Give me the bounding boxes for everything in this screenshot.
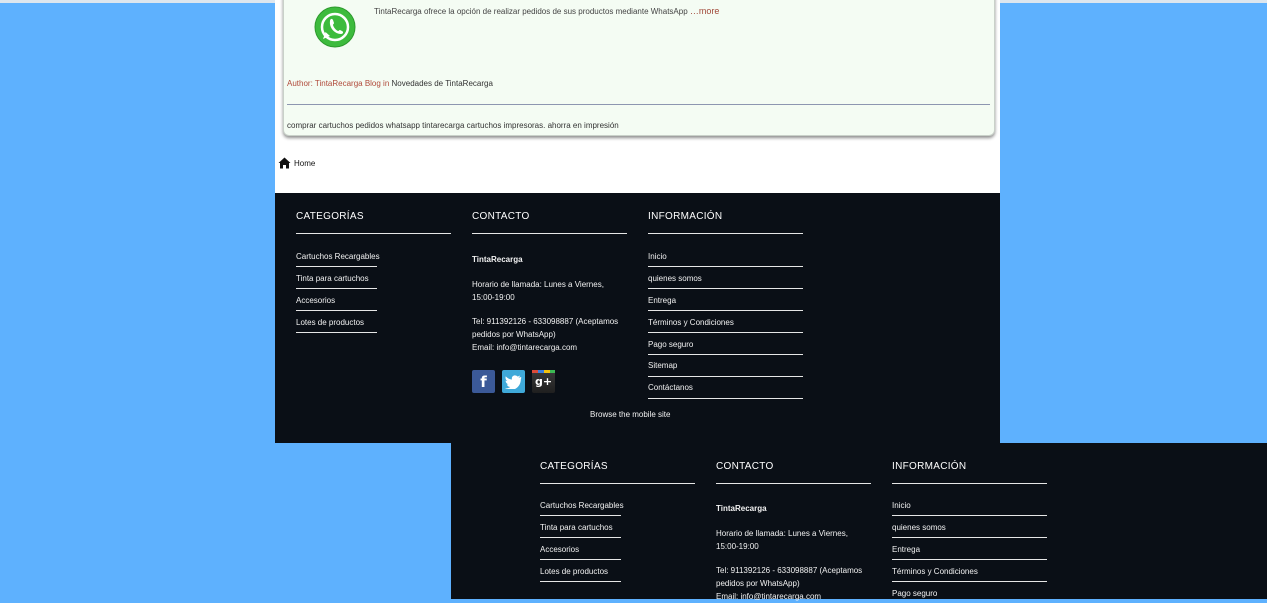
blog-post-card: TintaRecarga ofrece la opción de realiza… [283, 0, 995, 136]
company-name: TintaRecarga [472, 255, 523, 264]
footer-link-cartuchos[interactable]: Cartuchos Recargables [540, 501, 624, 510]
divider [472, 233, 627, 234]
footer-link-tinta[interactable]: Tinta para cartuchos [296, 274, 369, 283]
social-links: f g+ [472, 370, 555, 393]
divider [892, 581, 1047, 582]
footer-link-lotes[interactable]: Lotes de productos [540, 567, 608, 576]
divider [296, 310, 377, 311]
divider [648, 376, 803, 377]
footer-link-quienes-somos[interactable]: quienes somos [648, 274, 702, 283]
post-meta: Author: TintaRecarga Blog in Novedades d… [287, 79, 493, 88]
google-plus-icon[interactable]: g+ [532, 370, 555, 393]
post-tags: comprar cartuchos pedidos whatsapp tinta… [287, 121, 619, 130]
divider [296, 288, 377, 289]
company-name: TintaRecarga [716, 504, 767, 513]
footer-link-accesorios[interactable]: Accesorios [540, 545, 579, 554]
footer-information-title: INFORMACIÓN [892, 461, 967, 472]
footer-link-terminos[interactable]: Términos y Condiciones [892, 567, 978, 576]
divider [648, 266, 803, 267]
footer-link-entrega[interactable]: Entrega [892, 545, 920, 554]
footer-contact-title: CONTACTO [716, 461, 774, 472]
divider [648, 310, 803, 311]
contact-company: TintaRecarga [716, 502, 871, 515]
footer-link-cartuchos[interactable]: Cartuchos Recargables [296, 252, 380, 261]
contact-phone: Tel: 911392126 - 633098887 (Aceptamos pe… [716, 566, 863, 588]
card-divider [287, 104, 990, 105]
content-column: TintaRecarga ofrece la opción de realiza… [275, 0, 1000, 193]
footer-link-inicio[interactable]: Inicio [892, 501, 911, 510]
breadcrumb-home[interactable]: Home [294, 159, 315, 168]
footer-link-pago-seguro[interactable]: Pago seguro [892, 589, 937, 598]
divider [540, 559, 621, 560]
contact-email[interactable]: Email: info@tintarecarga.com [716, 590, 871, 603]
footer-information-title: INFORMACIÓN [648, 211, 723, 222]
footer-contact-title: CONTACTO [472, 211, 530, 222]
divider [648, 354, 803, 355]
divider [296, 233, 451, 234]
contact-hours: Horario de llamada: Lunes a Viernes, 15:… [716, 529, 848, 551]
divider [296, 332, 377, 333]
footer-link-inicio[interactable]: Inicio [648, 252, 667, 261]
contact-email[interactable]: Email: info@tintarecarga.com [472, 341, 627, 354]
post-excerpt: TintaRecarga ofrece la opción de realiza… [374, 6, 719, 16]
footer-link-quienes-somos[interactable]: quienes somos [892, 523, 946, 532]
home-icon [278, 157, 291, 169]
mobile-site-link[interactable]: Browse the mobile site [590, 410, 670, 419]
divider [892, 483, 1047, 484]
divider [892, 537, 1047, 538]
footer-link-lotes[interactable]: Lotes de productos [296, 318, 364, 327]
divider [540, 581, 621, 582]
divider [648, 332, 803, 333]
footer-link-entrega[interactable]: Entrega [648, 296, 676, 305]
footer-link-sitemap[interactable]: Sitemap [648, 361, 677, 370]
divider [540, 515, 621, 516]
read-more-link[interactable]: …more [690, 6, 720, 16]
post-excerpt-text: TintaRecarga ofrece la opción de realiza… [374, 7, 688, 16]
footer-link-contactanos[interactable]: Contáctanos [648, 383, 693, 392]
divider [892, 559, 1047, 560]
author-link[interactable]: Author: TintaRecarga Blog in [287, 79, 389, 88]
contact-company: TintaRecarga [472, 253, 627, 266]
site-footer-duplicate: CATEGORÍAS Cartuchos Recargables Tinta p… [451, 443, 1267, 601]
divider [540, 483, 695, 484]
whatsapp-icon[interactable] [309, 1, 361, 53]
divider [540, 537, 621, 538]
facebook-icon[interactable]: f [472, 370, 495, 393]
divider [648, 233, 803, 234]
divider [648, 288, 803, 289]
contact-phone: Tel: 911392126 - 633098887 (Aceptamos pe… [472, 317, 619, 339]
footer-link-terminos[interactable]: Términos y Condiciones [648, 318, 734, 327]
footer-link-accesorios[interactable]: Accesorios [296, 296, 335, 305]
footer-categories-title: CATEGORÍAS [540, 461, 608, 472]
footer-link-tinta[interactable]: Tinta para cartuchos [540, 523, 613, 532]
breadcrumb[interactable]: Home [278, 157, 315, 169]
divider [648, 398, 803, 399]
site-footer: CATEGORÍAS Cartuchos Recargables Tinta p… [275, 193, 1000, 443]
category-link[interactable]: Novedades de TintaRecarga [392, 79, 493, 88]
divider [716, 483, 871, 484]
footer-link-pago-seguro[interactable]: Pago seguro [648, 340, 693, 349]
divider [892, 515, 1047, 516]
contact-hours: Horario de llamada: Lunes a Viernes, 15:… [472, 280, 604, 302]
divider [296, 266, 377, 267]
footer-categories-title: CATEGORÍAS [296, 211, 364, 222]
twitter-icon[interactable] [502, 370, 525, 393]
